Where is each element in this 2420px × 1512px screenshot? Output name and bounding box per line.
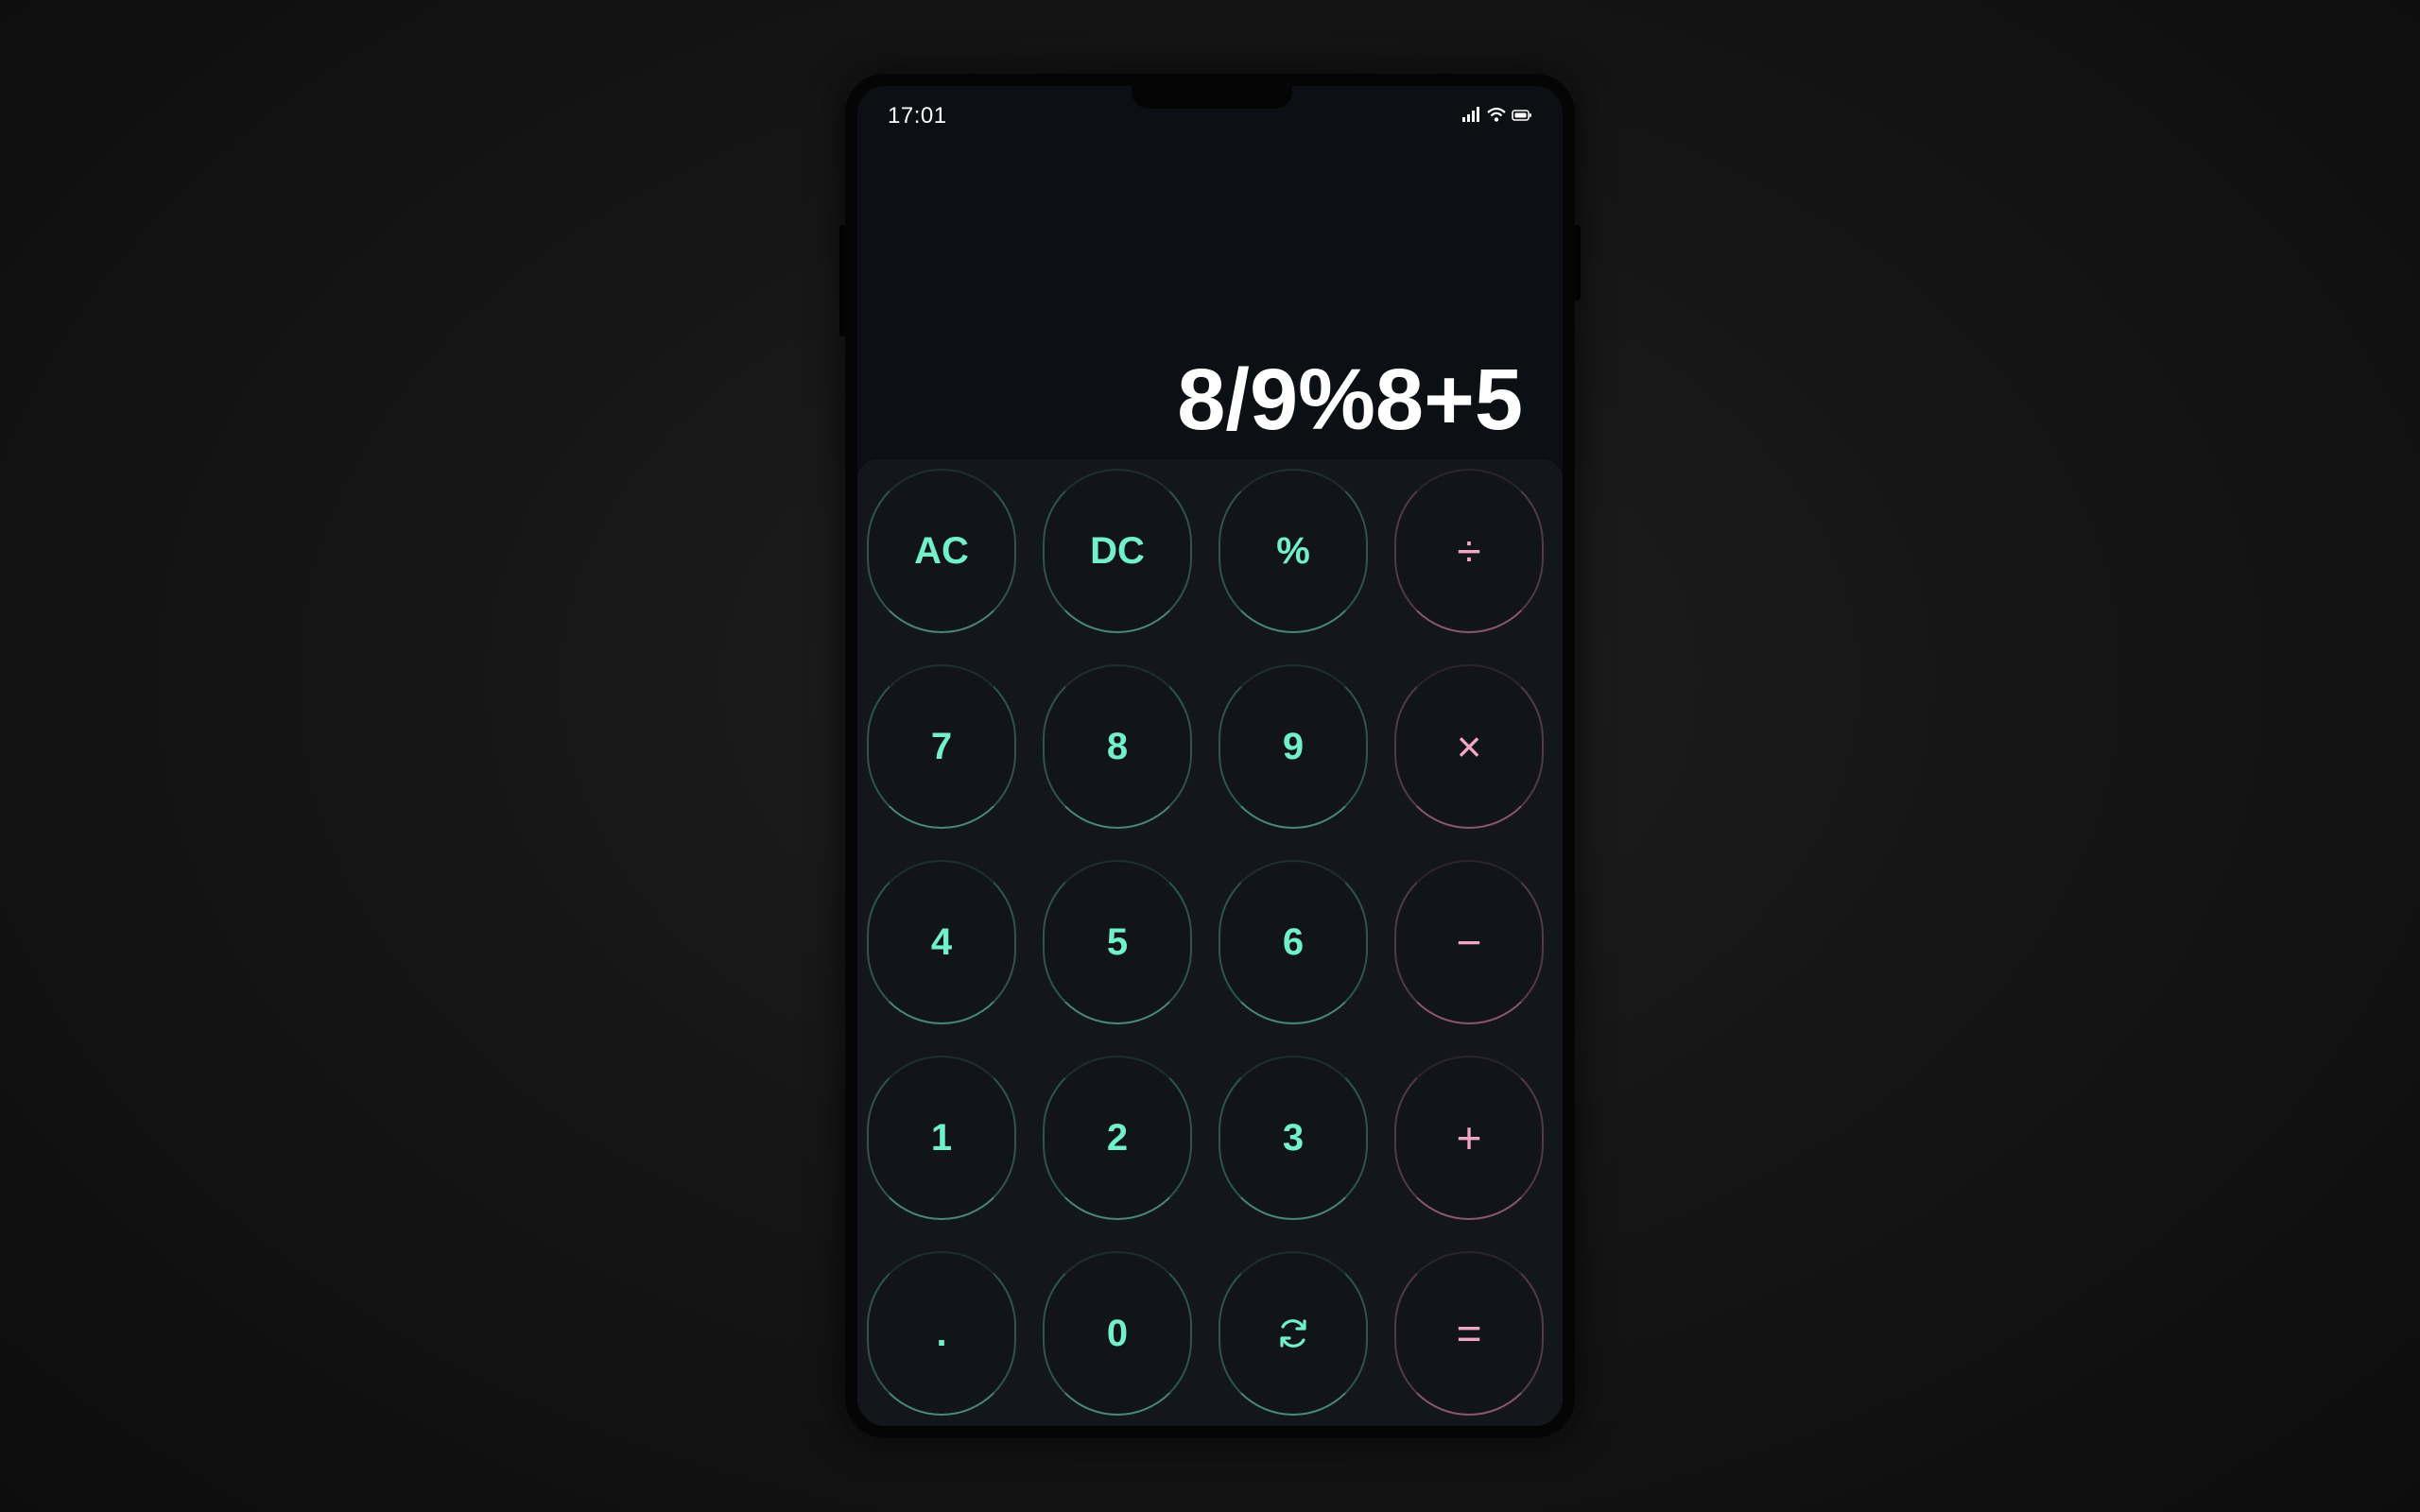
digit-9-label: 9 <box>1282 725 1305 767</box>
digit-6-button[interactable]: 6 <box>1219 860 1368 1024</box>
ac-label: AC <box>914 529 969 572</box>
digit-5-label: 5 <box>1106 920 1129 963</box>
divide-button[interactable]: ÷ <box>1394 469 1544 633</box>
ac-button[interactable]: AC <box>867 469 1016 633</box>
percent-label: % <box>1276 529 1310 572</box>
digit-8-label: 8 <box>1106 725 1129 767</box>
expression-display: 8/9%8+5 <box>1177 352 1523 448</box>
digit-4-label: 4 <box>930 920 953 963</box>
status-time: 17:01 <box>888 103 947 129</box>
notch <box>1132 86 1292 109</box>
calculator-screen: 17:01 8/9%8+5 AC DC % ÷ 7 8 9 × 4 5 6 − … <box>857 86 1563 1426</box>
digit-0-button[interactable]: 0 <box>1043 1251 1192 1416</box>
plus-button[interactable]: + <box>1394 1056 1544 1220</box>
status-icons <box>1462 107 1532 127</box>
multiply-button[interactable]: × <box>1394 664 1544 829</box>
display-area: 17:01 8/9%8+5 <box>857 86 1563 459</box>
wifi-icon <box>1487 107 1506 127</box>
digit-5-button[interactable]: 5 <box>1043 860 1192 1024</box>
digit-4-button[interactable]: 4 <box>867 860 1016 1024</box>
digit-8-button[interactable]: 8 <box>1043 664 1192 829</box>
dc-button[interactable]: DC <box>1043 469 1192 633</box>
decimal-label: . <box>936 1312 947 1354</box>
refresh-button[interactable] <box>1219 1251 1368 1416</box>
dc-label: DC <box>1090 529 1145 572</box>
signal-icon <box>1462 107 1481 127</box>
equals-button[interactable]: = <box>1394 1251 1544 1416</box>
refresh-icon <box>1274 1314 1312 1352</box>
digit-2-label: 2 <box>1106 1116 1129 1159</box>
digit-3-button[interactable]: 3 <box>1219 1056 1368 1220</box>
multiply-label: × <box>1456 722 1482 771</box>
decimal-button[interactable]: . <box>867 1251 1016 1416</box>
percent-button[interactable]: % <box>1219 469 1368 633</box>
digit-9-button[interactable]: 9 <box>1219 664 1368 829</box>
battery-icon <box>1512 109 1532 127</box>
digit-3-label: 3 <box>1282 1116 1305 1159</box>
divide-label: ÷ <box>1457 526 1481 576</box>
phone-frame: 17:01 8/9%8+5 AC DC % ÷ 7 8 9 × 4 5 6 − … <box>845 74 1575 1438</box>
digit-2-button[interactable]: 2 <box>1043 1056 1192 1220</box>
keypad: AC DC % ÷ 7 8 9 × 4 5 6 − 1 2 3 + . 0 = <box>857 459 1563 1426</box>
digit-0-label: 0 <box>1106 1312 1129 1354</box>
digit-7-button[interactable]: 7 <box>867 664 1016 829</box>
digit-6-label: 6 <box>1282 920 1305 963</box>
digit-7-label: 7 <box>930 725 953 767</box>
digit-1-button[interactable]: 1 <box>867 1056 1016 1220</box>
minus-button[interactable]: − <box>1394 860 1544 1024</box>
equals-label: = <box>1456 1309 1482 1358</box>
digit-1-label: 1 <box>930 1116 953 1159</box>
minus-label: − <box>1456 918 1482 967</box>
plus-label: + <box>1456 1113 1482 1162</box>
